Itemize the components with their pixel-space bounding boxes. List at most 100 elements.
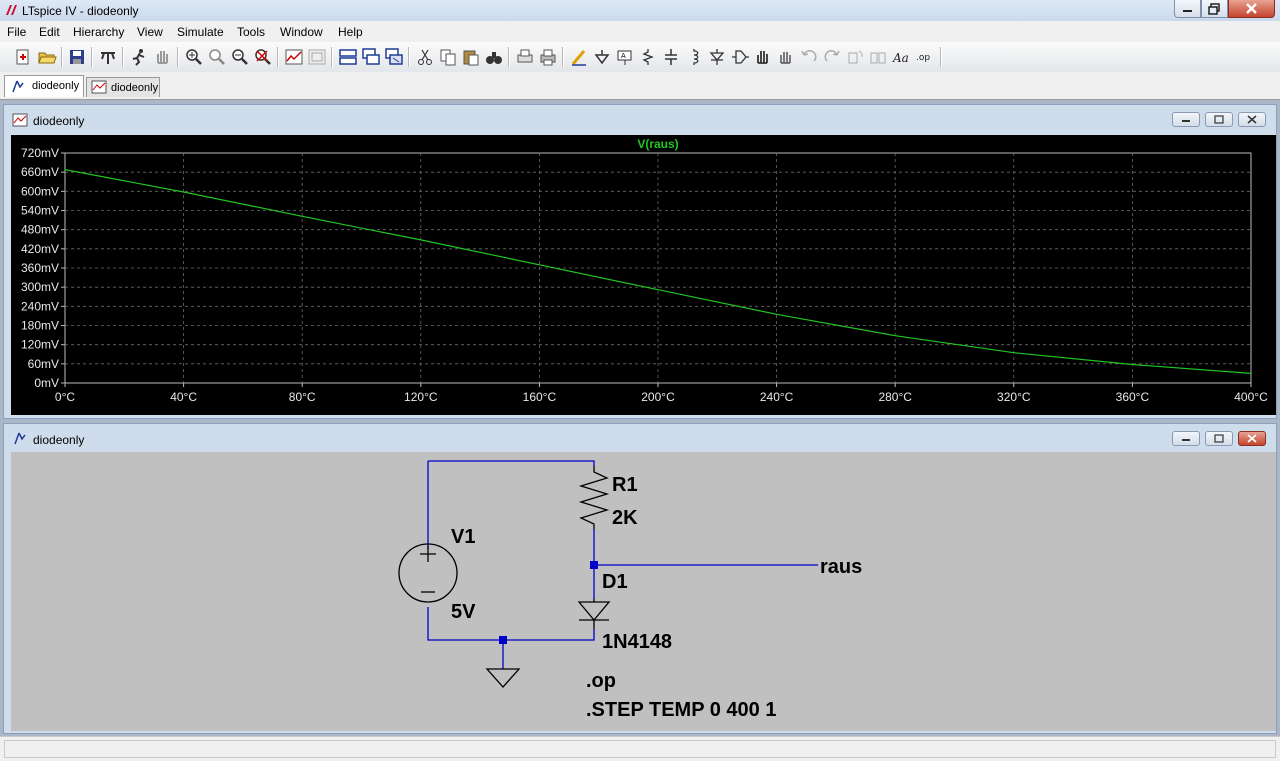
status-panel [4, 740, 1276, 758]
menu-view[interactable]: View [137, 25, 163, 39]
y-tick-label: 120mV [21, 338, 59, 352]
redo-icon[interactable] [822, 47, 842, 67]
resistor-r1-symbol[interactable] [578, 466, 610, 529]
menu-simulate[interactable]: Simulate [177, 25, 224, 39]
schematic-canvas[interactable]: R1 2K V1 5V D1 1N4148 raus .op .STEP TEM… [11, 452, 1276, 731]
label-net-icon[interactable]: A [615, 47, 635, 67]
text-icon[interactable]: Aa [891, 47, 911, 67]
print-icon[interactable] [538, 47, 558, 67]
paste-icon[interactable] [461, 47, 481, 67]
close-icon [1247, 434, 1257, 443]
rotate-icon[interactable] [845, 47, 865, 67]
schematic-icon [12, 80, 24, 93]
trace-label-vraus[interactable]: V(raus) [637, 137, 678, 151]
control-panel-icon[interactable] [98, 47, 118, 67]
waveform-zoom-icon[interactable] [307, 47, 327, 67]
waveform-maximize-button[interactable] [1205, 112, 1233, 127]
x-tick-label: 200°C [641, 390, 675, 404]
net-label-raus[interactable]: raus [820, 556, 862, 578]
menu-file[interactable]: File [7, 25, 26, 39]
component-icon[interactable] [730, 47, 750, 67]
move-hand-icon[interactable] [753, 47, 773, 67]
cascade-icon[interactable] [361, 47, 381, 67]
tab-label: diodeonly [111, 82, 159, 94]
y-tick-label: 480mV [21, 223, 59, 237]
r1-value-label[interactable]: 2K [612, 507, 638, 529]
cut-icon[interactable] [415, 47, 435, 67]
ground-icon[interactable] [592, 47, 612, 67]
menu-help[interactable]: Help [338, 25, 363, 39]
waveform-icon [12, 113, 28, 127]
y-tick-label: 660mV [21, 165, 59, 179]
restore-button[interactable] [1201, 0, 1228, 18]
menu-edit[interactable]: Edit [39, 25, 60, 39]
inductor-icon[interactable] [684, 47, 704, 67]
new-schematic-icon[interactable] [13, 47, 33, 67]
y-tick-label: 240mV [21, 299, 59, 313]
waveform-close-button[interactable] [1238, 112, 1266, 127]
minimize-button[interactable] [1174, 0, 1201, 18]
schematic-maximize-button[interactable] [1205, 431, 1233, 446]
capacitor-icon[interactable] [661, 47, 681, 67]
run-icon[interactable] [129, 47, 149, 67]
window-title: LTspice IV - diodeonly [22, 4, 139, 18]
restore-icon [1208, 3, 1220, 15]
ground-symbol[interactable] [485, 668, 521, 688]
spice-directive-icon[interactable]: .op [914, 47, 934, 67]
zoom-in-icon[interactable] [184, 47, 204, 67]
wire-top[interactable] [428, 460, 595, 466]
diode-d1-symbol[interactable] [577, 599, 611, 629]
spice-directive-step[interactable]: .STEP TEMP 0 400 1 [586, 699, 776, 721]
tab-schematic[interactable]: diodeonly [4, 75, 84, 97]
r1-name-label[interactable]: R1 [612, 474, 638, 496]
open-folder-icon[interactable] [37, 47, 57, 67]
voltage-source-v1-symbol[interactable] [398, 543, 458, 603]
copy-icon[interactable] [438, 47, 458, 67]
find-binoculars-icon[interactable] [484, 47, 504, 67]
waveform-plot[interactable]: 720mV 660mV 600mV 540mV 480mV 420mV 360mV 300mV… [11, 135, 1276, 415]
waveform-autorange-icon[interactable] [284, 47, 304, 67]
y-tick-label: 60mV [28, 357, 59, 371]
d1-name-label[interactable]: D1 [602, 571, 628, 593]
tile-vertical-icon[interactable] [384, 47, 404, 67]
y-tick-label: 600mV [21, 184, 59, 198]
schematic-close-button[interactable] [1238, 431, 1266, 446]
toolbar: A Aa .op [0, 42, 1280, 73]
v1-name-label[interactable]: V1 [451, 526, 475, 548]
tab-label: diodeonly [32, 80, 80, 92]
x-tick-label: 280°C [878, 390, 912, 404]
tile-horizontal-icon[interactable] [338, 47, 358, 67]
x-tick-label: 80°C [289, 390, 316, 404]
d1-model-label[interactable]: 1N4148 [602, 631, 672, 653]
zoom-fit-icon[interactable] [253, 47, 273, 67]
menu-window[interactable]: Window [280, 25, 323, 39]
undo-icon[interactable] [799, 47, 819, 67]
drag-hand-icon[interactable] [776, 47, 796, 67]
spice-directive-op[interactable]: .op [586, 670, 616, 692]
menu-hierarchy[interactable]: Hierarchy [73, 25, 124, 39]
zoom-out-icon[interactable] [230, 47, 250, 67]
v1-value-label[interactable]: 5V [451, 601, 476, 623]
y-tick-label: 720mV [21, 146, 59, 160]
draw-wire-icon[interactable] [569, 47, 589, 67]
x-tick-label: 320°C [997, 390, 1031, 404]
print-preview-icon[interactable] [515, 47, 535, 67]
save-icon[interactable] [67, 47, 87, 67]
close-icon [1247, 115, 1257, 124]
y-tick-label: 540mV [21, 204, 59, 218]
menu-tools[interactable]: Tools [237, 25, 265, 39]
halt-hand-icon[interactable] [152, 47, 172, 67]
menu-bar: File Edit Hierarchy View Simulate Tools … [0, 21, 1280, 42]
pan-icon[interactable] [207, 47, 227, 67]
schematic-minimize-button[interactable] [1172, 431, 1200, 446]
tab-waveform[interactable]: diodeonly [86, 77, 160, 97]
waveform-minimize-button[interactable] [1172, 112, 1200, 127]
diode-icon[interactable] [707, 47, 727, 67]
mirror-icon[interactable] [868, 47, 888, 67]
resistor-icon[interactable] [638, 47, 658, 67]
trace-vraus[interactable] [64, 169, 1252, 374]
restore-icon [1214, 115, 1224, 124]
status-bar [0, 736, 1280, 761]
close-button[interactable] [1228, 0, 1275, 18]
x-tick-label: 40°C [170, 390, 197, 404]
